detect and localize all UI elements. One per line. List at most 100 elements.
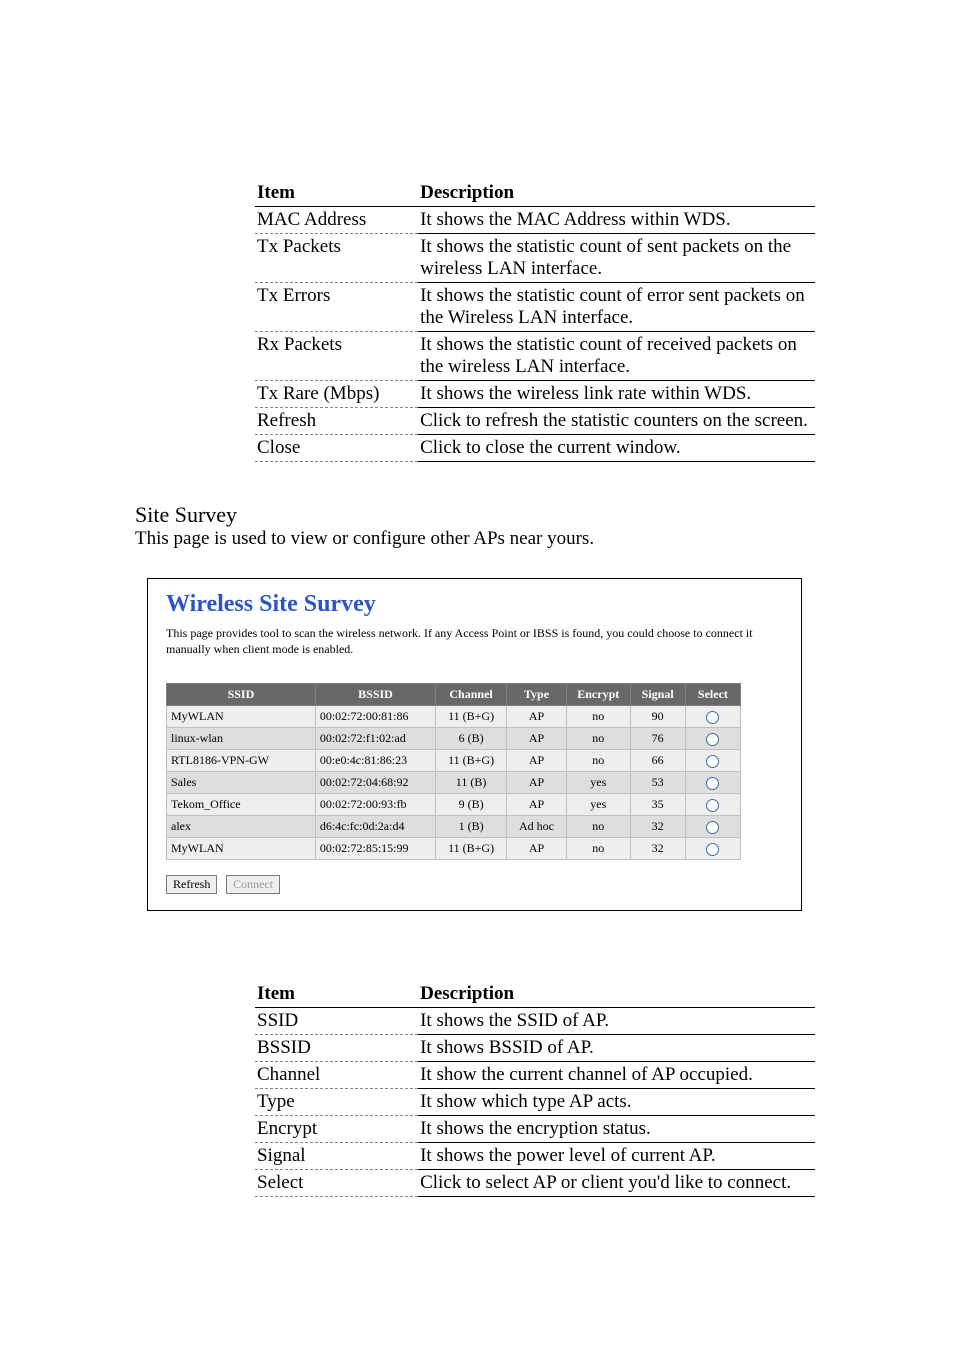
- table-row: RefreshClick to refresh the statistic co…: [255, 408, 815, 435]
- table-row: SSIDIt shows the SSID of AP.: [255, 1008, 815, 1035]
- col-header-channel: Channel: [436, 684, 507, 706]
- radio-icon[interactable]: [706, 777, 719, 790]
- cell-ssid: linux-wlan: [167, 728, 316, 750]
- cell-item: Refresh: [255, 408, 418, 435]
- cell-bssid: 00:02:72:04:68:92: [315, 772, 435, 794]
- cell-ssid: RTL8186-VPN-GW: [167, 750, 316, 772]
- cell-description: It shows the statistic count of sent pac…: [418, 234, 815, 283]
- cell-signal: 66: [630, 750, 685, 772]
- cell-select[interactable]: [685, 772, 740, 794]
- cell-channel: 1 (B): [436, 816, 507, 838]
- table-row: MyWLAN00:02:72:00:81:8611 (B+G)APno90: [167, 706, 741, 728]
- cell-description: Click to close the current window.: [418, 435, 815, 462]
- site-survey-panel: Wireless Site Survey This page provides …: [147, 578, 802, 911]
- cell-ssid: alex: [167, 816, 316, 838]
- cell-item: Select: [255, 1170, 418, 1197]
- table-row: MAC AddressIt shows the MAC Address with…: [255, 207, 815, 234]
- cell-item: BSSID: [255, 1035, 418, 1062]
- cell-item: MAC Address: [255, 207, 418, 234]
- cell-description: It shows the statistic count of received…: [418, 332, 815, 381]
- table-row: CloseClick to close the current window.: [255, 435, 815, 462]
- cell-encrypt: no: [566, 728, 630, 750]
- cell-type: Ad hoc: [507, 816, 567, 838]
- cell-description: It shows the power level of current AP.: [418, 1143, 815, 1170]
- cell-description: Click to select AP or client you'd like …: [418, 1170, 815, 1197]
- col-header-ssid: SSID: [167, 684, 316, 706]
- cell-item: SSID: [255, 1008, 418, 1035]
- table-row: Tekom_Office00:02:72:00:93:fb9 (B)APyes3…: [167, 794, 741, 816]
- cell-encrypt: yes: [566, 794, 630, 816]
- cell-description: It shows BSSID of AP.: [418, 1035, 815, 1062]
- cell-select[interactable]: [685, 706, 740, 728]
- cell-ssid: Tekom_Office: [167, 794, 316, 816]
- cell-type: AP: [507, 750, 567, 772]
- col-header-item: Item: [255, 180, 418, 207]
- col-header-signal: Signal: [630, 684, 685, 706]
- cell-bssid: 00:02:72:00:81:86: [315, 706, 435, 728]
- cell-select[interactable]: [685, 750, 740, 772]
- cell-bssid: 00:02:72:00:93:fb: [315, 794, 435, 816]
- cell-signal: 90: [630, 706, 685, 728]
- col-header-bssid: BSSID: [315, 684, 435, 706]
- radio-icon[interactable]: [706, 843, 719, 856]
- button-row: Refresh Connect: [166, 872, 783, 894]
- page: Item Description MAC AddressIt shows the…: [0, 0, 954, 1351]
- cell-channel: 11 (B+G): [436, 750, 507, 772]
- cell-select[interactable]: [685, 794, 740, 816]
- cell-description: Click to refresh the statistic counters …: [418, 408, 815, 435]
- cell-encrypt: no: [566, 706, 630, 728]
- cell-signal: 53: [630, 772, 685, 794]
- panel-title: Wireless Site Survey: [166, 591, 783, 618]
- cell-select[interactable]: [685, 816, 740, 838]
- site-survey-definition-table: Item Description SSIDIt shows the SSID o…: [255, 981, 815, 1197]
- cell-channel: 11 (B): [436, 772, 507, 794]
- radio-icon[interactable]: [706, 799, 719, 812]
- connect-button[interactable]: Connect: [226, 875, 280, 894]
- cell-item: Type: [255, 1089, 418, 1116]
- col-header-description: Description: [418, 180, 815, 207]
- cell-description: It shows the wireless link rate within W…: [418, 381, 815, 408]
- cell-signal: 35: [630, 794, 685, 816]
- cell-select[interactable]: [685, 728, 740, 750]
- cell-channel: 6 (B): [436, 728, 507, 750]
- table-row: ChannelIt show the current channel of AP…: [255, 1062, 815, 1089]
- cell-description: It shows the MAC Address within WDS.: [418, 207, 815, 234]
- cell-description: It shows the statistic count of error se…: [418, 283, 815, 332]
- cell-channel: 9 (B): [436, 794, 507, 816]
- radio-icon[interactable]: [706, 711, 719, 724]
- cell-encrypt: yes: [566, 772, 630, 794]
- cell-type: AP: [507, 728, 567, 750]
- cell-encrypt: no: [566, 750, 630, 772]
- radio-icon[interactable]: [706, 821, 719, 834]
- table-row: linux-wlan00:02:72:f1:02:ad6 (B)APno76: [167, 728, 741, 750]
- refresh-button[interactable]: Refresh: [166, 875, 217, 894]
- col-header-item: Item: [255, 981, 418, 1008]
- table-row: BSSIDIt shows BSSID of AP.: [255, 1035, 815, 1062]
- cell-description: It show which type AP acts.: [418, 1089, 815, 1116]
- cell-ssid: MyWLAN: [167, 706, 316, 728]
- radio-icon[interactable]: [706, 755, 719, 768]
- table-row: Tx Rare (Mbps)It shows the wireless link…: [255, 381, 815, 408]
- cell-type: AP: [507, 772, 567, 794]
- cell-encrypt: no: [566, 838, 630, 860]
- table-row: alexd6:4c:fc:0d:2a:d41 (B)Ad hocno32: [167, 816, 741, 838]
- cell-type: AP: [507, 706, 567, 728]
- cell-item: Encrypt: [255, 1116, 418, 1143]
- table-row: Rx PacketsIt shows the statistic count o…: [255, 332, 815, 381]
- wds-stats-definition-table: Item Description MAC AddressIt shows the…: [255, 180, 815, 462]
- cell-type: AP: [507, 794, 567, 816]
- cell-signal: 32: [630, 838, 685, 860]
- table-row: RTL8186-VPN-GW00:e0:4c:81:86:2311 (B+G)A…: [167, 750, 741, 772]
- site-survey-table: SSID BSSID Channel Type Encrypt Signal S…: [166, 683, 741, 860]
- radio-icon[interactable]: [706, 733, 719, 746]
- table-row: EncryptIt shows the encryption status.: [255, 1116, 815, 1143]
- cell-ssid: Sales: [167, 772, 316, 794]
- table-row: Tx PacketsIt shows the statistic count o…: [255, 234, 815, 283]
- cell-description: It show the current channel of AP occupi…: [418, 1062, 815, 1089]
- cell-item: Tx Rare (Mbps): [255, 381, 418, 408]
- cell-encrypt: no: [566, 816, 630, 838]
- cell-select[interactable]: [685, 838, 740, 860]
- cell-item: Close: [255, 435, 418, 462]
- section-heading-site-survey: Site Survey: [135, 502, 834, 528]
- col-header-select: Select: [685, 684, 740, 706]
